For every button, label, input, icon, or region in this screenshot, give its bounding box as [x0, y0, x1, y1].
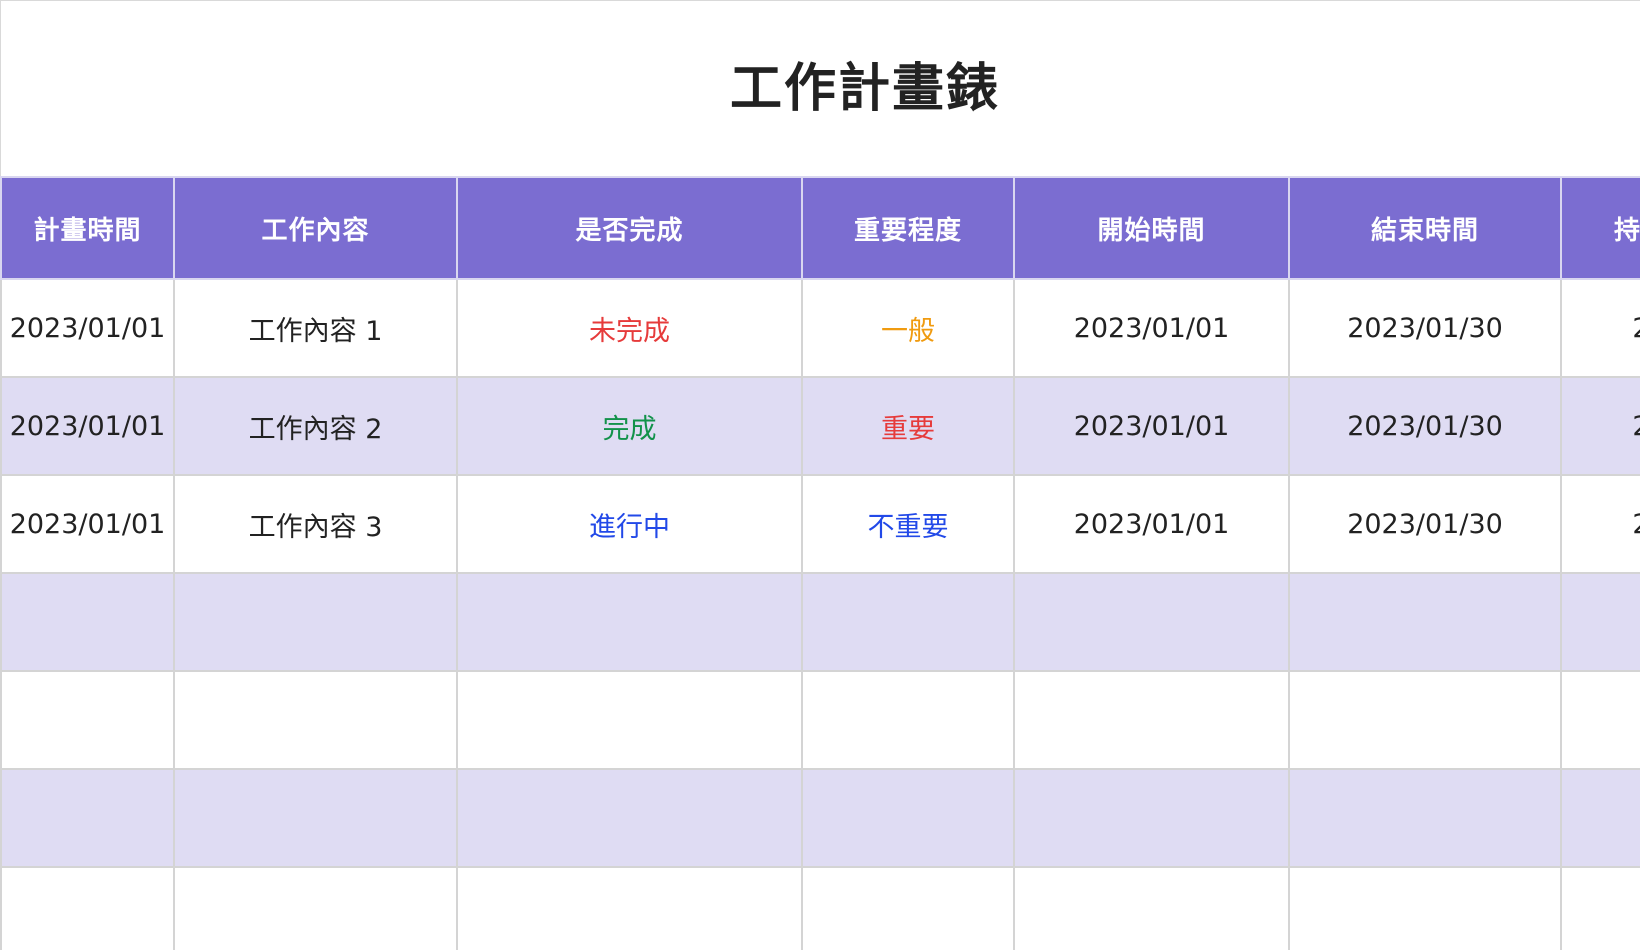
cell-empty[interactable] [1560, 768, 1640, 868]
cell-empty[interactable] [801, 572, 1015, 672]
cell-status[interactable]: 完成 [456, 376, 803, 476]
cell-empty[interactable] [173, 670, 458, 770]
cell-priority[interactable]: 不重要 [801, 474, 1015, 574]
cell-status[interactable]: 未完成 [456, 278, 803, 378]
table-row: 2023/01/01 工作內容 3 進行中 不重要 2023/01/01 202… [0, 474, 1640, 574]
cell-end-time[interactable]: 2023/01/30 [1288, 376, 1562, 476]
cell-empty[interactable] [1013, 768, 1290, 868]
cell-empty[interactable] [456, 572, 803, 672]
cell-empty[interactable] [0, 670, 175, 770]
cell-empty[interactable] [1013, 670, 1290, 770]
cell-empty[interactable] [0, 866, 175, 950]
cell-empty[interactable] [1560, 572, 1640, 672]
cell-empty[interactable] [1013, 866, 1290, 950]
sheet-title: 工作計畫錶 [729, 59, 1000, 119]
cell-empty[interactable] [1288, 768, 1562, 868]
title-area: 工作計畫錶 [0, 1, 1640, 177]
cell-empty[interactable] [456, 866, 803, 950]
cell-empty[interactable] [801, 866, 1015, 950]
work-plan-table: 計畫時間 工作內容 是否完成 重要程度 開始時間 結束時間 持續 2023/01… [0, 176, 1640, 950]
cell-start-time[interactable]: 2023/01/01 [1013, 376, 1290, 476]
cell-work-content[interactable]: 工作內容 3 [173, 474, 458, 574]
cell-empty[interactable] [1288, 572, 1562, 672]
header-row: 計畫時間 工作內容 是否完成 重要程度 開始時間 結束時間 持續 [0, 176, 1640, 280]
header-duration[interactable]: 持續 [1560, 176, 1640, 280]
table-row [0, 866, 1640, 950]
cell-start-time[interactable]: 2023/01/01 [1013, 278, 1290, 378]
cell-empty[interactable] [173, 866, 458, 950]
header-priority[interactable]: 重要程度 [801, 176, 1015, 280]
cell-work-content[interactable]: 工作內容 2 [173, 376, 458, 476]
cell-empty[interactable] [1288, 866, 1562, 950]
cell-duration[interactable]: 2 [1560, 376, 1640, 476]
header-work-content[interactable]: 工作內容 [173, 176, 458, 280]
cell-priority[interactable]: 一般 [801, 278, 1015, 378]
table-row: 2023/01/01 工作內容 2 完成 重要 2023/01/01 2023/… [0, 376, 1640, 476]
cell-status[interactable]: 進行中 [456, 474, 803, 574]
cell-priority[interactable]: 重要 [801, 376, 1015, 476]
cell-empty[interactable] [173, 572, 458, 672]
cell-empty[interactable] [0, 768, 175, 868]
header-completed[interactable]: 是否完成 [456, 176, 803, 280]
header-end-time[interactable]: 結束時間 [1288, 176, 1562, 280]
cell-empty[interactable] [173, 768, 458, 868]
header-plan-time[interactable]: 計畫時間 [0, 176, 175, 280]
cell-plan-time[interactable]: 2023/01/01 [0, 474, 175, 574]
cell-empty[interactable] [1560, 670, 1640, 770]
cell-plan-time[interactable]: 2023/01/01 [0, 376, 175, 476]
cell-empty[interactable] [1560, 866, 1640, 950]
cell-empty[interactable] [456, 768, 803, 868]
spreadsheet: 工作計畫錶 計畫時間 工作內容 是否完成 重要程度 開始時間 結束時間 持續 [0, 0, 1640, 950]
cell-start-time[interactable]: 2023/01/01 [1013, 474, 1290, 574]
cell-work-content[interactable]: 工作內容 1 [173, 278, 458, 378]
cell-empty[interactable] [0, 572, 175, 672]
table-row: 2023/01/01 工作內容 1 未完成 一般 2023/01/01 2023… [0, 278, 1640, 378]
table-row [0, 670, 1640, 770]
cell-empty[interactable] [801, 670, 1015, 770]
cell-empty[interactable] [1013, 572, 1290, 672]
cell-empty[interactable] [456, 670, 803, 770]
cell-empty[interactable] [801, 768, 1015, 868]
cell-duration[interactable]: 2 [1560, 278, 1640, 378]
table-row [0, 572, 1640, 672]
cell-end-time[interactable]: 2023/01/30 [1288, 278, 1562, 378]
cell-end-time[interactable]: 2023/01/30 [1288, 474, 1562, 574]
cell-empty[interactable] [1288, 670, 1562, 770]
header-start-time[interactable]: 開始時間 [1013, 176, 1290, 280]
table-row [0, 768, 1640, 868]
cell-plan-time[interactable]: 2023/01/01 [0, 278, 175, 378]
cell-duration[interactable]: 2 [1560, 474, 1640, 574]
